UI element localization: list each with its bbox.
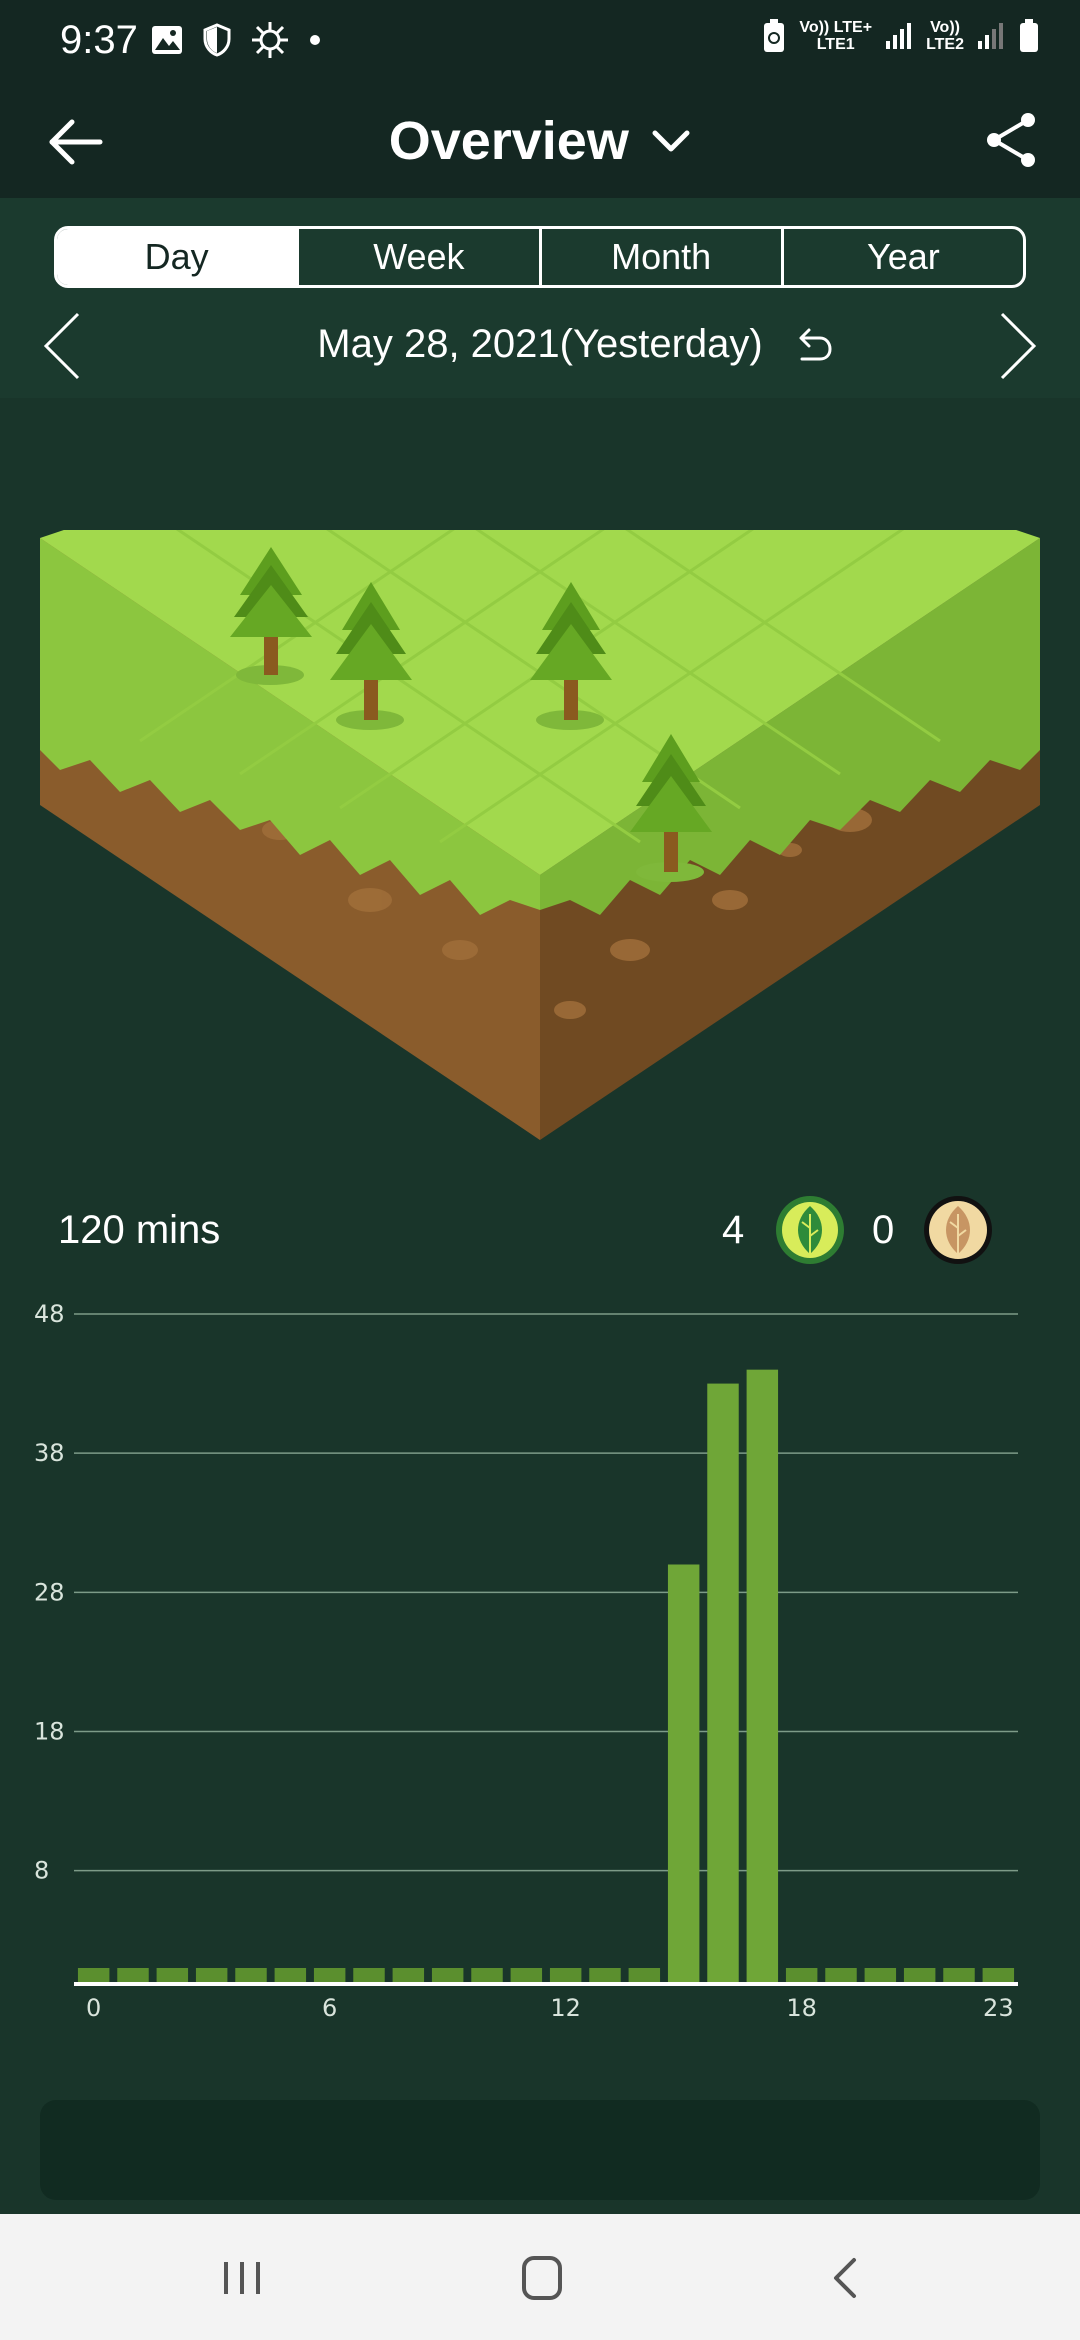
x-tick-label: 6 [322, 1994, 337, 2022]
battery-icon [1020, 19, 1038, 52]
x-tick-label: 0 [86, 1994, 101, 2022]
bar-hour-23 [982, 1968, 1015, 1982]
bar-hour-16 [707, 1383, 739, 1982]
forest-illustration [40, 530, 1040, 1140]
home-icon[interactable] [512, 2254, 572, 2302]
date-label: May 28, 2021(Yesterday) [317, 322, 763, 366]
chevron-down-icon [652, 130, 690, 152]
share-icon[interactable] [980, 108, 1044, 172]
shield-icon [203, 23, 231, 57]
x-tick-label: 23 [983, 1994, 1014, 2022]
bar-hour-6 [313, 1968, 346, 1982]
bar-hour-10 [471, 1968, 503, 1982]
bar-hour-5 [274, 1968, 307, 1982]
sim2-top-label: Vo)) [930, 19, 960, 36]
withered-leaf-icon [924, 1196, 992, 1264]
title-dropdown[interactable]: Overview [0, 110, 1080, 172]
sim1-top-label: Vo)) LTE+ [799, 19, 873, 36]
sim1-bottom-label: LTE1 [816, 36, 855, 53]
sim2-bottom-label: LTE2 [926, 36, 964, 53]
app-bar: Overview [0, 86, 1080, 198]
bar-hour-0 [77, 1968, 110, 1982]
bar-hour-2 [156, 1968, 189, 1982]
bar-hour-1 [117, 1968, 149, 1982]
bar-hour-11 [510, 1968, 543, 1982]
chevron-right-icon[interactable] [996, 310, 1040, 382]
bar-hour-15 [667, 1564, 700, 1982]
sim2-network: Vo)) LTE2 [926, 19, 964, 53]
hourly-focus-chart: 48 38 28 18 8 0 6 12 18 23 [34, 1300, 1018, 2022]
bar-hour-22 [943, 1968, 975, 1982]
system-icons: Vo)) LTE+ LTE1 Vo)) LTE2 [761, 18, 1040, 54]
bar-hour-7 [353, 1968, 385, 1982]
page-title: Overview [388, 111, 629, 171]
sim1-network: Vo)) LTE+ LTE1 [799, 19, 872, 53]
tab-year[interactable]: Year [780, 229, 1023, 285]
bar-hour-17 [746, 1369, 779, 1982]
bar-hour-18 [785, 1968, 818, 1982]
x-tick-label: 12 [550, 1994, 581, 2022]
bar-hour-20 [864, 1968, 897, 1982]
bar-hour-21 [903, 1968, 936, 1982]
gallery-icon [152, 26, 182, 54]
recent-apps-icon[interactable] [212, 2254, 272, 2302]
notification-icons [150, 20, 322, 60]
bar-hour-8 [392, 1968, 425, 1982]
healthy-leaf-icon [776, 1196, 844, 1264]
signal-strength-icon [886, 23, 912, 49]
total-focus-time: 120 mins [58, 1208, 221, 1252]
status-bar: 9:37 Vo)) LTE+ LTE1 Vo)) LTE2 [0, 0, 1080, 86]
dot-icon [310, 35, 320, 45]
tab-week[interactable]: Week [296, 229, 538, 285]
bar-hour-13 [589, 1968, 621, 1982]
signal-strength-weak-icon [978, 23, 1003, 49]
bar-hour-19 [825, 1968, 857, 1982]
session-stats: 120 mins 4 0 [0, 1190, 1080, 1270]
bar-hour-9 [431, 1968, 464, 1982]
y-tick-label: 18 [34, 1718, 65, 1746]
aperture-icon [252, 22, 288, 58]
system-navigation-bar [0, 2214, 1080, 2340]
bar-hour-4 [235, 1968, 267, 1982]
tab-month[interactable]: Month [538, 229, 781, 285]
back-icon[interactable] [816, 2254, 876, 2302]
undo-icon[interactable] [790, 322, 836, 368]
blurred-banner [40, 2100, 1040, 2200]
tab-day[interactable]: Day [57, 229, 297, 285]
y-tick-label: 38 [34, 1439, 65, 1467]
healthy-tree-count: 4 [722, 1208, 745, 1252]
period-tabs: Day Week Month Year [54, 226, 1026, 288]
withered-tree-count: 0 [872, 1208, 895, 1252]
battery-saver-icon [764, 19, 785, 52]
date-navigator: May 28, 2021(Yesterday) [0, 306, 1080, 382]
bar-hour-3 [195, 1968, 228, 1982]
y-tick-label: 8 [34, 1857, 49, 1885]
x-tick-label: 18 [786, 1994, 817, 2022]
status-time: 9:37 [60, 18, 138, 62]
bar-hour-12 [549, 1968, 582, 1982]
y-tick-label: 48 [34, 1300, 65, 1328]
bar-hour-14 [628, 1968, 661, 1982]
y-tick-label: 28 [34, 1578, 65, 1606]
period-selector: Day Week Month Year May 28, 2021(Yesterd… [0, 198, 1080, 398]
